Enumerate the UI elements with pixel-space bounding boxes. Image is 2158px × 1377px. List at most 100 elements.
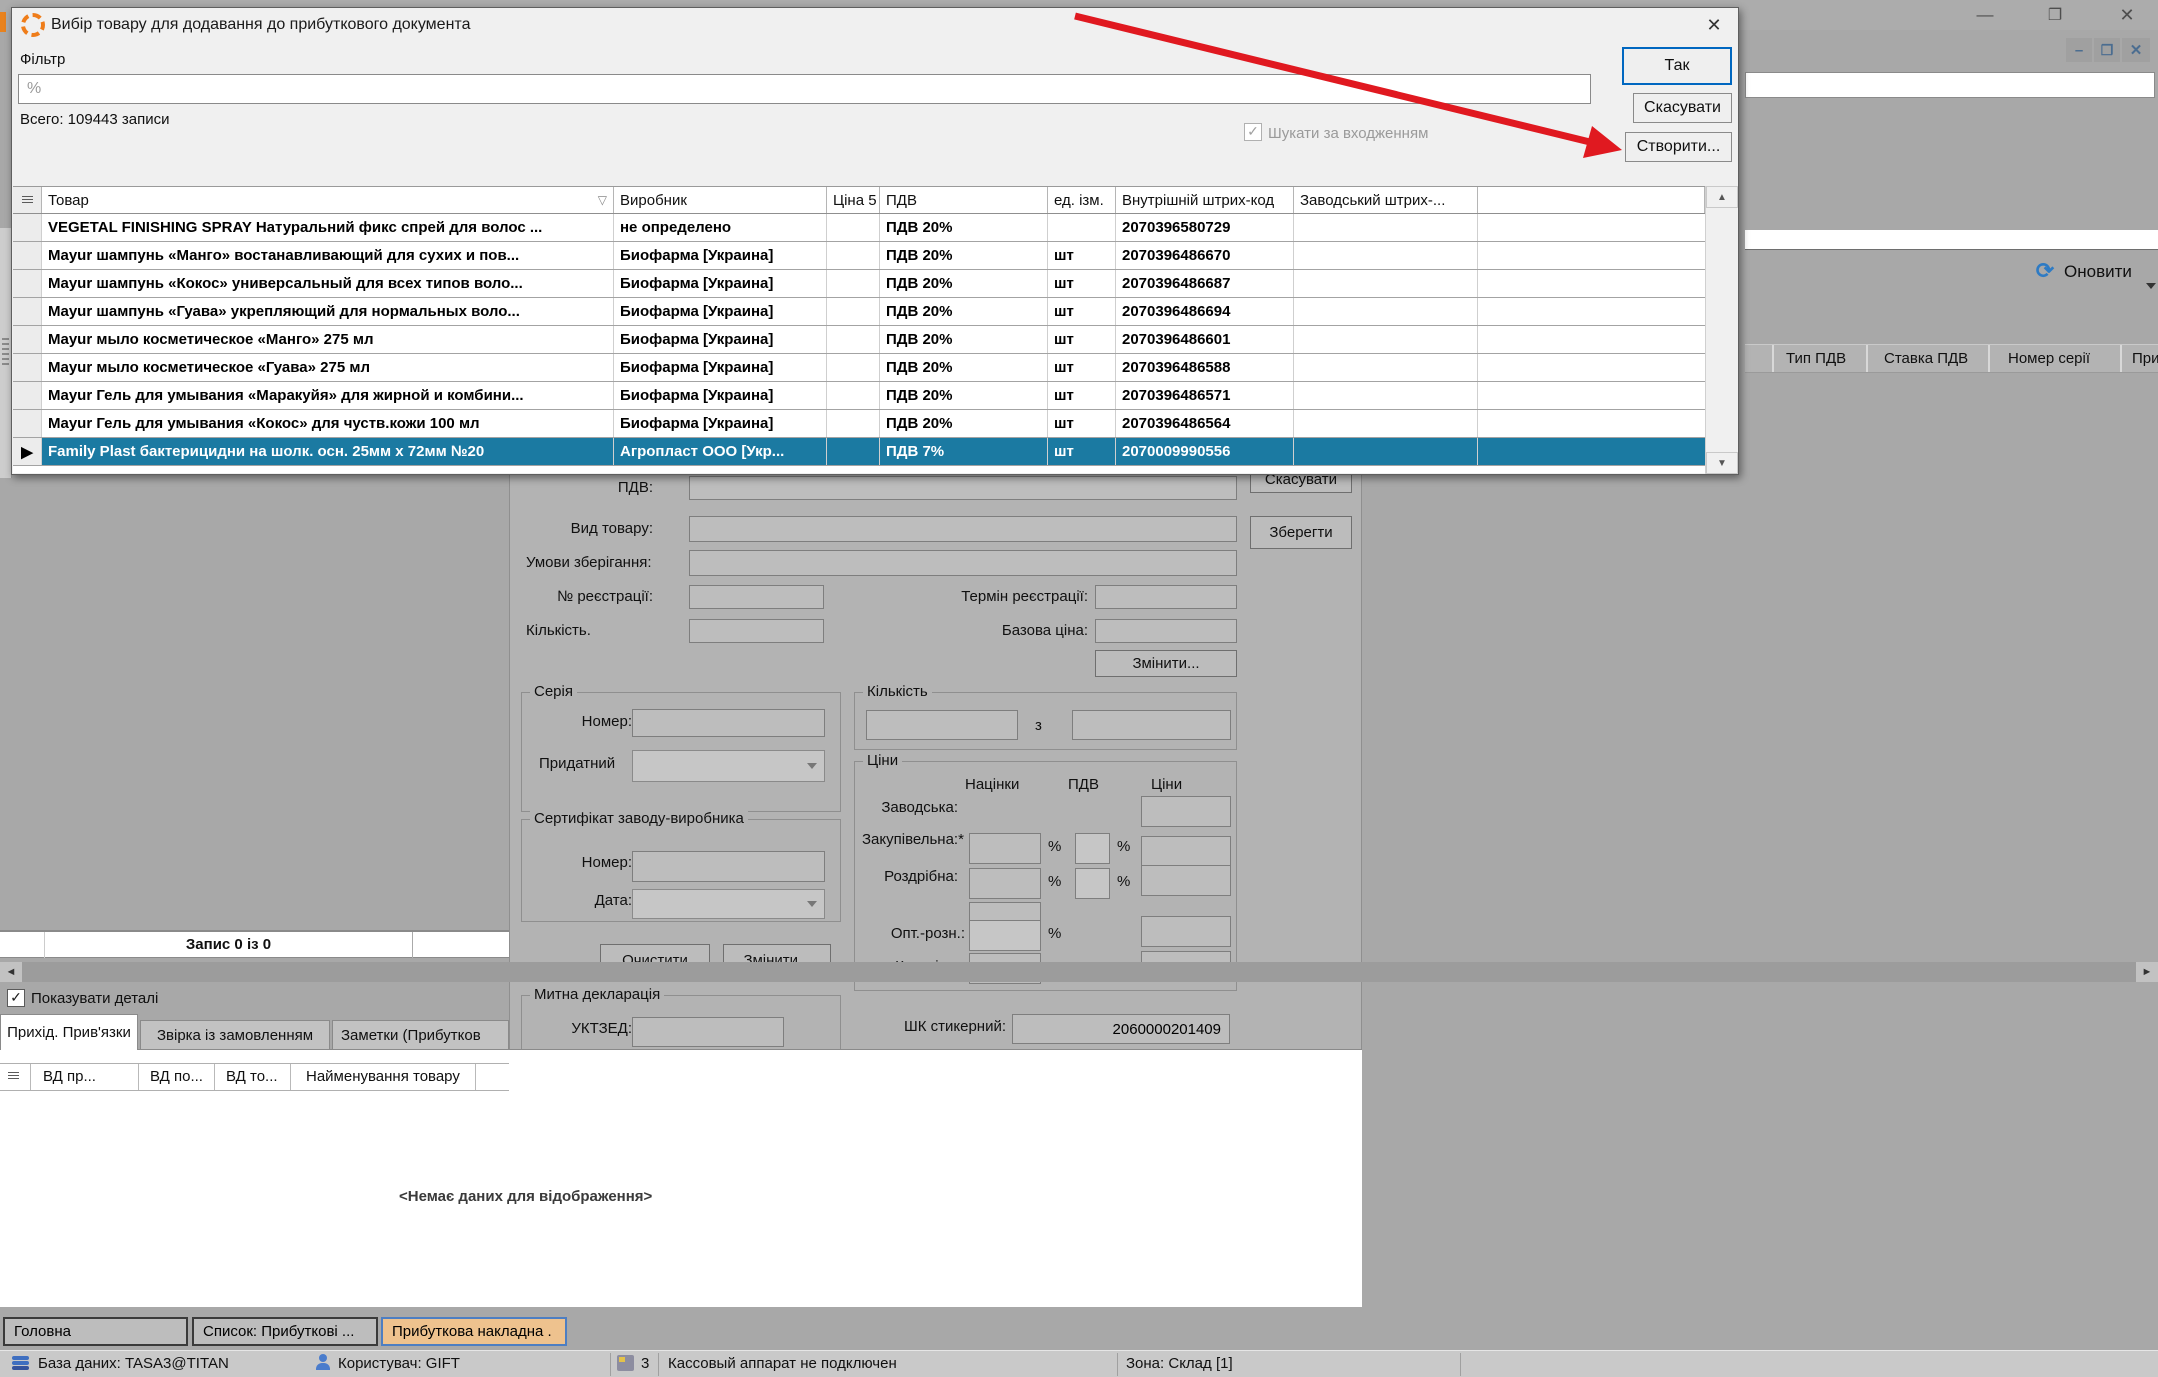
cell-product: Mayur мыло косметическое «Манго» 275 мл [42, 326, 614, 353]
table-row[interactable]: Mayur мыло косметическое «Манго» 275 мл … [13, 326, 1705, 354]
factory-cert-date-combobox[interactable] [632, 889, 825, 919]
prices-col-markup: Націнки [965, 776, 1019, 793]
table-row[interactable]: Mayur шампунь «Кокос» универсальный для … [13, 270, 1705, 298]
tab-receipt-links[interactable]: Прихід. Прив'язки [0, 1014, 138, 1050]
filter-funnel-icon[interactable]: ▽ [598, 193, 607, 207]
record-counter: Запис 0 із 0 [45, 936, 412, 953]
taskbar-tab-list[interactable]: Список: Прибуткові ... [192, 1317, 378, 1346]
series-group-title: Серія [530, 683, 577, 700]
uktzed-label: УКТЗЕД: [552, 1020, 632, 1037]
purchase-markup-field[interactable] [969, 833, 1041, 864]
factory-cert-number-field[interactable] [632, 851, 825, 882]
horizontal-scrollbar[interactable]: ◄ ► [0, 962, 2158, 982]
refresh-icon[interactable]: ⟳ [2032, 258, 2058, 284]
scroll-right-icon[interactable]: ► [2136, 962, 2158, 982]
details-col-vd-to[interactable]: ВД то... [226, 1068, 278, 1085]
table-row[interactable]: Mayur шампунь «Манго» востанавливающий д… [13, 242, 1705, 270]
filter-input[interactable]: % [18, 74, 1591, 104]
quantity-label: Кількість. [526, 622, 591, 639]
mdi-restore-button[interactable]: ❐ [2094, 38, 2120, 62]
table-row[interactable]: Mayur шампунь «Гуава» укрепляющий для но… [13, 298, 1705, 326]
create-button[interactable]: Створити... [1625, 132, 1732, 162]
quantity-field[interactable] [689, 619, 824, 643]
purchase-price-field[interactable] [1141, 836, 1231, 867]
ok-button[interactable]: Так [1622, 47, 1732, 85]
col-manufacturer[interactable]: Виробник [614, 187, 827, 213]
scroll-up-icon[interactable]: ▲ [1706, 186, 1738, 208]
cell-manufacturer: Агропласт ООО [Укр... [614, 438, 827, 465]
purchase-vat-field[interactable] [1075, 833, 1110, 864]
table-row[interactable]: Mayur Гель для умывания «Маракуйя» для ж… [13, 382, 1705, 410]
vat-field[interactable] [689, 476, 1237, 500]
product-table-header: Товар▽ Виробник Ціна 5 ПДВ ед. ізм. Внут… [13, 187, 1705, 214]
cancel-button[interactable]: Скасувати [1633, 93, 1732, 123]
cell-vat: ПДВ 20% [880, 270, 1048, 297]
right-col-series-no[interactable]: Номер серії [2008, 350, 2090, 367]
factory-cert-number-label: Номер: [562, 854, 632, 871]
minimize-icon[interactable]: — [1968, 2, 2002, 28]
mdi-minimize-button[interactable]: – [2066, 38, 2092, 62]
scroll-down-icon[interactable]: ▼ [1706, 452, 1738, 474]
form-save-button[interactable]: Зберегти [1250, 516, 1352, 549]
col-unit[interactable]: ед. ізм. [1048, 187, 1116, 213]
change-button[interactable]: Змінити... [1095, 650, 1237, 677]
vat-field-label: ПДВ: [548, 479, 653, 496]
app-screen: — ❐ ✕ – ❐ ✕ ⟳ Оновити Тип ПДВ Ставка ПДВ… [0, 0, 2158, 1377]
table-row[interactable]: VEGETAL FINISHING SPRAY Натуральний фикс… [13, 214, 1705, 242]
mdi-close-button[interactable]: ✕ [2122, 38, 2150, 62]
reg-no-field[interactable] [689, 585, 824, 609]
scroll-left-icon[interactable]: ◄ [0, 962, 22, 982]
retail-price-label: Роздрібна: [863, 868, 958, 885]
qty-field-1[interactable] [866, 710, 1018, 740]
series-valid-combobox[interactable] [632, 750, 825, 782]
table-row[interactable]: Mayur мыло косметическое «Гуава» 275 мл … [13, 354, 1705, 382]
factory-price-field[interactable] [1141, 796, 1231, 827]
details-panel: ВД пр... ВД по... ВД то... Найменування … [0, 1049, 1362, 1307]
series-number-label: Номер: [562, 713, 632, 730]
details-col-vd-po[interactable]: ВД по... [150, 1068, 203, 1085]
tab-notes[interactable]: Заметки (Прибутков [332, 1020, 509, 1050]
retail-markup-field[interactable] [969, 868, 1041, 899]
retail-vat-field[interactable] [1075, 868, 1110, 899]
table-row[interactable]: Mayur Гель для умывания «Кокос» для чуст… [13, 410, 1705, 438]
retail-price-field[interactable] [1141, 865, 1231, 896]
restore-icon[interactable]: ❐ [2038, 2, 2072, 28]
wholesale-price-field[interactable] [1141, 916, 1231, 947]
storage-field[interactable] [689, 550, 1237, 576]
taskbar-tab-home[interactable]: Головна [3, 1317, 188, 1346]
tab-order-check[interactable]: Звірка із замовленням [140, 1020, 330, 1050]
right-col-vat-rate[interactable]: Ставка ПДВ [1884, 350, 1968, 367]
show-details-checkbox[interactable]: ✓ [7, 989, 25, 1007]
qty-field-2[interactable] [1072, 710, 1231, 740]
right-col-pri[interactable]: При [2132, 350, 2158, 367]
cell-manufacturer: Биофарма [Украина] [614, 326, 827, 353]
col-factory-barcode[interactable]: Заводський штрих-... [1294, 187, 1478, 213]
taskbar-tab-receipt-invoice[interactable]: Прибуткова накладна . [381, 1317, 567, 1346]
sticker-barcode-field[interactable]: 2060000201409 [1012, 1014, 1230, 1044]
col-vat[interactable]: ПДВ [880, 187, 1048, 213]
cell-vat: ПДВ 20% [880, 382, 1048, 409]
search-entry-checkbox[interactable]: ✓ [1244, 123, 1262, 141]
series-number-field[interactable] [632, 709, 825, 737]
details-col-vd-pr[interactable]: ВД пр... [43, 1068, 96, 1085]
table-row[interactable]: ▶ Family Plast бактерицидни на шолк. осн… [13, 438, 1705, 466]
col-filler [1478, 187, 1705, 213]
refresh-dropdown-icon[interactable] [2146, 276, 2156, 294]
col-internal-barcode[interactable]: Внутрішній штрих-код [1116, 187, 1294, 213]
col-price5[interactable]: Ціна 5 [827, 187, 880, 213]
refresh-button[interactable]: Оновити [2064, 262, 2132, 282]
col-product[interactable]: Товар▽ [42, 187, 614, 213]
qty-groupbox: Кількість з [854, 692, 1237, 750]
wholesale-field[interactable] [969, 920, 1041, 951]
cell-manufacturer: Биофарма [Украина] [614, 382, 827, 409]
uktzed-field[interactable] [632, 1017, 784, 1047]
table-vscrollbar[interactable]: ▲ ▼ [1705, 186, 1738, 474]
details-col-product-name[interactable]: Найменування товару [306, 1068, 460, 1085]
close-window-icon[interactable]: ✕ [2108, 2, 2146, 28]
right-col-vat-type[interactable]: Тип ПДВ [1786, 350, 1846, 367]
product-type-field[interactable] [689, 516, 1237, 542]
close-icon[interactable]: ✕ [1697, 12, 1731, 38]
base-price-field[interactable] [1095, 619, 1237, 643]
top-right-input[interactable] [1745, 72, 2155, 98]
reg-term-field[interactable] [1095, 585, 1237, 609]
